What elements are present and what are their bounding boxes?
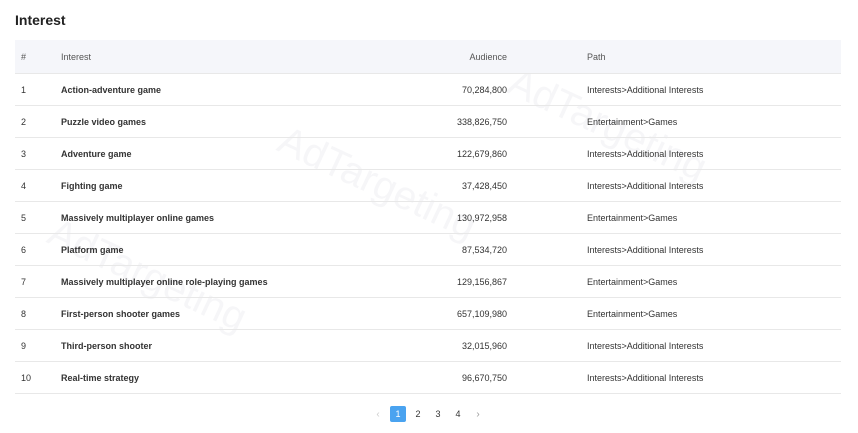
row-interest: Puzzle video games bbox=[61, 105, 361, 138]
row-interest: First-person shooter games bbox=[61, 297, 361, 330]
row-index: 8 bbox=[15, 297, 61, 330]
table-row: 1 Action-adventure game 70,284,800 Interest… bbox=[15, 73, 841, 106]
row-path: Interests>Additional Interests bbox=[587, 329, 841, 362]
row-interest: Adventure game bbox=[61, 137, 361, 170]
row-audience: 87,534,720 bbox=[361, 233, 507, 266]
header-spacer bbox=[507, 40, 587, 74]
table-row: 10 Real-time strategy 96,670,750 Interests>… bbox=[15, 361, 841, 394]
header-path: Path bbox=[587, 40, 841, 74]
row-index: 6 bbox=[15, 233, 61, 266]
row-audience: 338,826,750 bbox=[361, 105, 507, 138]
interest-table: # Interest Audience Path 1 Action-adventu… bbox=[15, 40, 841, 394]
row-spacer bbox=[507, 105, 587, 138]
row-index: 4 bbox=[15, 169, 61, 202]
row-spacer bbox=[507, 201, 587, 234]
row-path: Interests>Additional Interests bbox=[587, 169, 841, 202]
chevron-right-icon[interactable]: › bbox=[470, 406, 486, 422]
row-index: 5 bbox=[15, 201, 61, 234]
row-path: Entertainment>Games bbox=[587, 201, 841, 234]
row-spacer bbox=[507, 73, 587, 106]
header-audience: Audience bbox=[361, 40, 507, 74]
page-button-4[interactable]: 4 bbox=[450, 406, 466, 422]
row-spacer bbox=[507, 233, 587, 266]
pagination: ‹ 1 2 3 4 › bbox=[370, 406, 486, 422]
chevron-left-icon[interactable]: ‹ bbox=[370, 406, 386, 422]
row-audience: 657,109,980 bbox=[361, 297, 507, 330]
page-button-1[interactable]: 1 bbox=[390, 406, 406, 422]
header-interest: Interest bbox=[61, 40, 361, 74]
table-row: 2 Puzzle video games 338,826,750 Entertainm… bbox=[15, 105, 841, 138]
row-index: 9 bbox=[15, 329, 61, 362]
table-row: 7 Massively multiplayer online role-playi… bbox=[15, 265, 841, 298]
row-index: 10 bbox=[15, 361, 61, 394]
page-title: Interest bbox=[15, 12, 66, 28]
header-index: # bbox=[15, 40, 61, 74]
row-path: Interests>Additional Interests bbox=[587, 233, 841, 266]
row-index: 7 bbox=[15, 265, 61, 298]
table-row: 9 Third-person shooter 32,015,960 Interests… bbox=[15, 329, 841, 362]
row-audience: 70,284,800 bbox=[361, 73, 507, 106]
row-spacer bbox=[507, 137, 587, 170]
row-path: Interests>Additional Interests bbox=[587, 137, 841, 170]
row-interest: Fighting game bbox=[61, 169, 361, 202]
row-interest: Third-person shooter bbox=[61, 329, 361, 362]
row-audience: 37,428,450 bbox=[361, 169, 507, 202]
table-row: 5 Massively multiplayer online games 130,9… bbox=[15, 201, 841, 234]
table-row: 4 Fighting game 37,428,450 Interests>Additi… bbox=[15, 169, 841, 202]
row-interest: Action-adventure game bbox=[61, 73, 361, 106]
row-audience: 130,972,958 bbox=[361, 201, 507, 234]
row-index: 2 bbox=[15, 105, 61, 138]
row-interest: Massively multiplayer online role-playin… bbox=[61, 265, 361, 298]
row-spacer bbox=[507, 361, 587, 394]
table-row: 6 Platform game 87,534,720 Interests>Additi… bbox=[15, 233, 841, 266]
row-interest: Massively multiplayer online games bbox=[61, 201, 361, 234]
table-header-row: # Interest Audience Path bbox=[15, 40, 841, 74]
row-audience: 122,679,860 bbox=[361, 137, 507, 170]
row-audience: 129,156,867 bbox=[361, 265, 507, 298]
row-audience: 32,015,960 bbox=[361, 329, 507, 362]
row-path: Entertainment>Games bbox=[587, 297, 841, 330]
page-button-2[interactable]: 2 bbox=[410, 406, 426, 422]
row-path: Entertainment>Games bbox=[587, 105, 841, 138]
row-spacer bbox=[507, 265, 587, 298]
page-button-3[interactable]: 3 bbox=[430, 406, 446, 422]
row-path: Entertainment>Games bbox=[587, 265, 841, 298]
row-spacer bbox=[507, 297, 587, 330]
row-interest: Platform game bbox=[61, 233, 361, 266]
row-index: 1 bbox=[15, 73, 61, 106]
row-index: 3 bbox=[15, 137, 61, 170]
row-path: Interests>Additional Interests bbox=[587, 361, 841, 394]
table-row: 8 First-person shooter games 657,109,980 En… bbox=[15, 297, 841, 330]
table-row: 3 Adventure game 122,679,860 Interests>Addi… bbox=[15, 137, 841, 170]
row-path: Interests>Additional Interests bbox=[587, 73, 841, 106]
row-interest: Real-time strategy bbox=[61, 361, 361, 394]
row-spacer bbox=[507, 329, 587, 362]
row-audience: 96,670,750 bbox=[361, 361, 507, 394]
row-spacer bbox=[507, 169, 587, 202]
